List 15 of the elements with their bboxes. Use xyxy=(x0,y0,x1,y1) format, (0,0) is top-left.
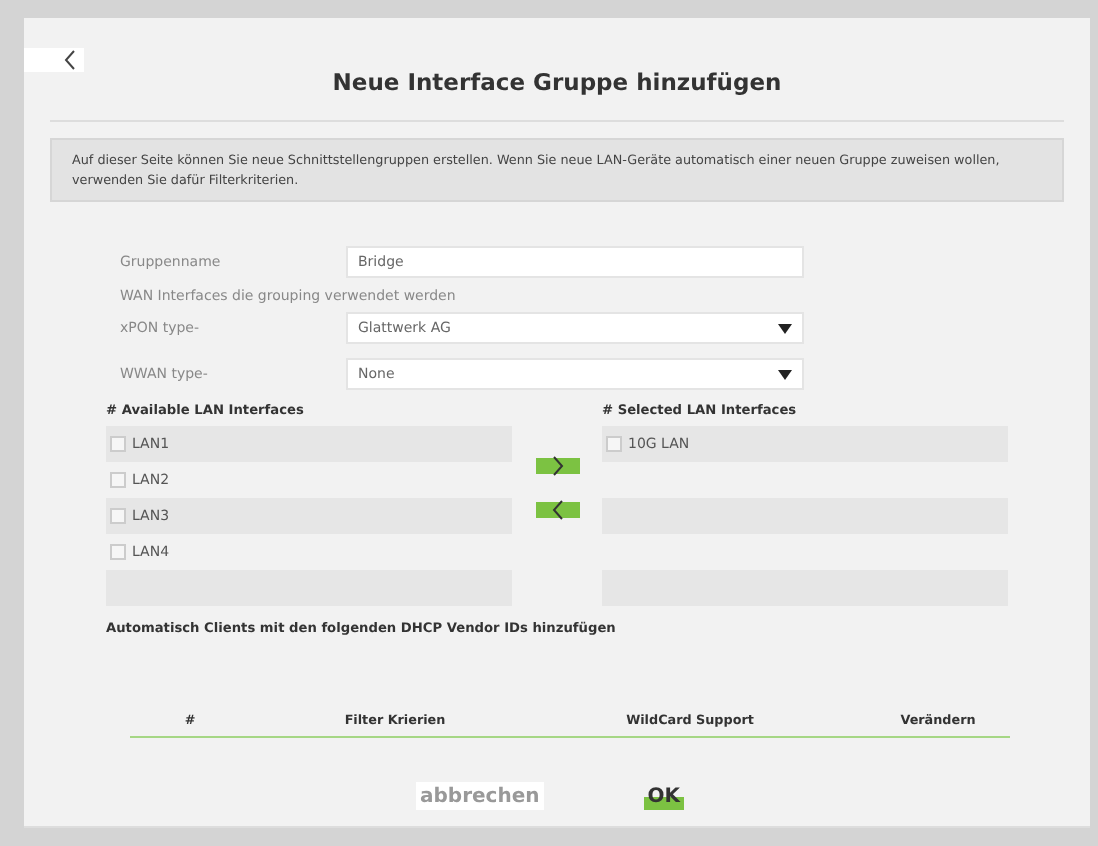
page-title: Neue Interface Gruppe hinzufügen xyxy=(332,66,782,100)
back-chevron-icon xyxy=(64,50,76,70)
checkbox[interactable] xyxy=(110,544,126,560)
checkbox[interactable] xyxy=(110,472,126,488)
chevron-left-icon xyxy=(551,500,563,520)
ok-button[interactable]: OK xyxy=(643,782,684,810)
checkbox[interactable] xyxy=(110,436,126,452)
checkbox[interactable] xyxy=(110,508,126,524)
move-left-button[interactable] xyxy=(535,502,579,518)
chevron-right-icon xyxy=(551,456,563,476)
dropdown-caret-icon xyxy=(778,323,792,333)
back-button[interactable] xyxy=(24,48,84,72)
checkbox[interactable] xyxy=(606,436,622,452)
move-right-button[interactable] xyxy=(535,458,579,474)
dropdown-caret-icon xyxy=(778,369,792,379)
